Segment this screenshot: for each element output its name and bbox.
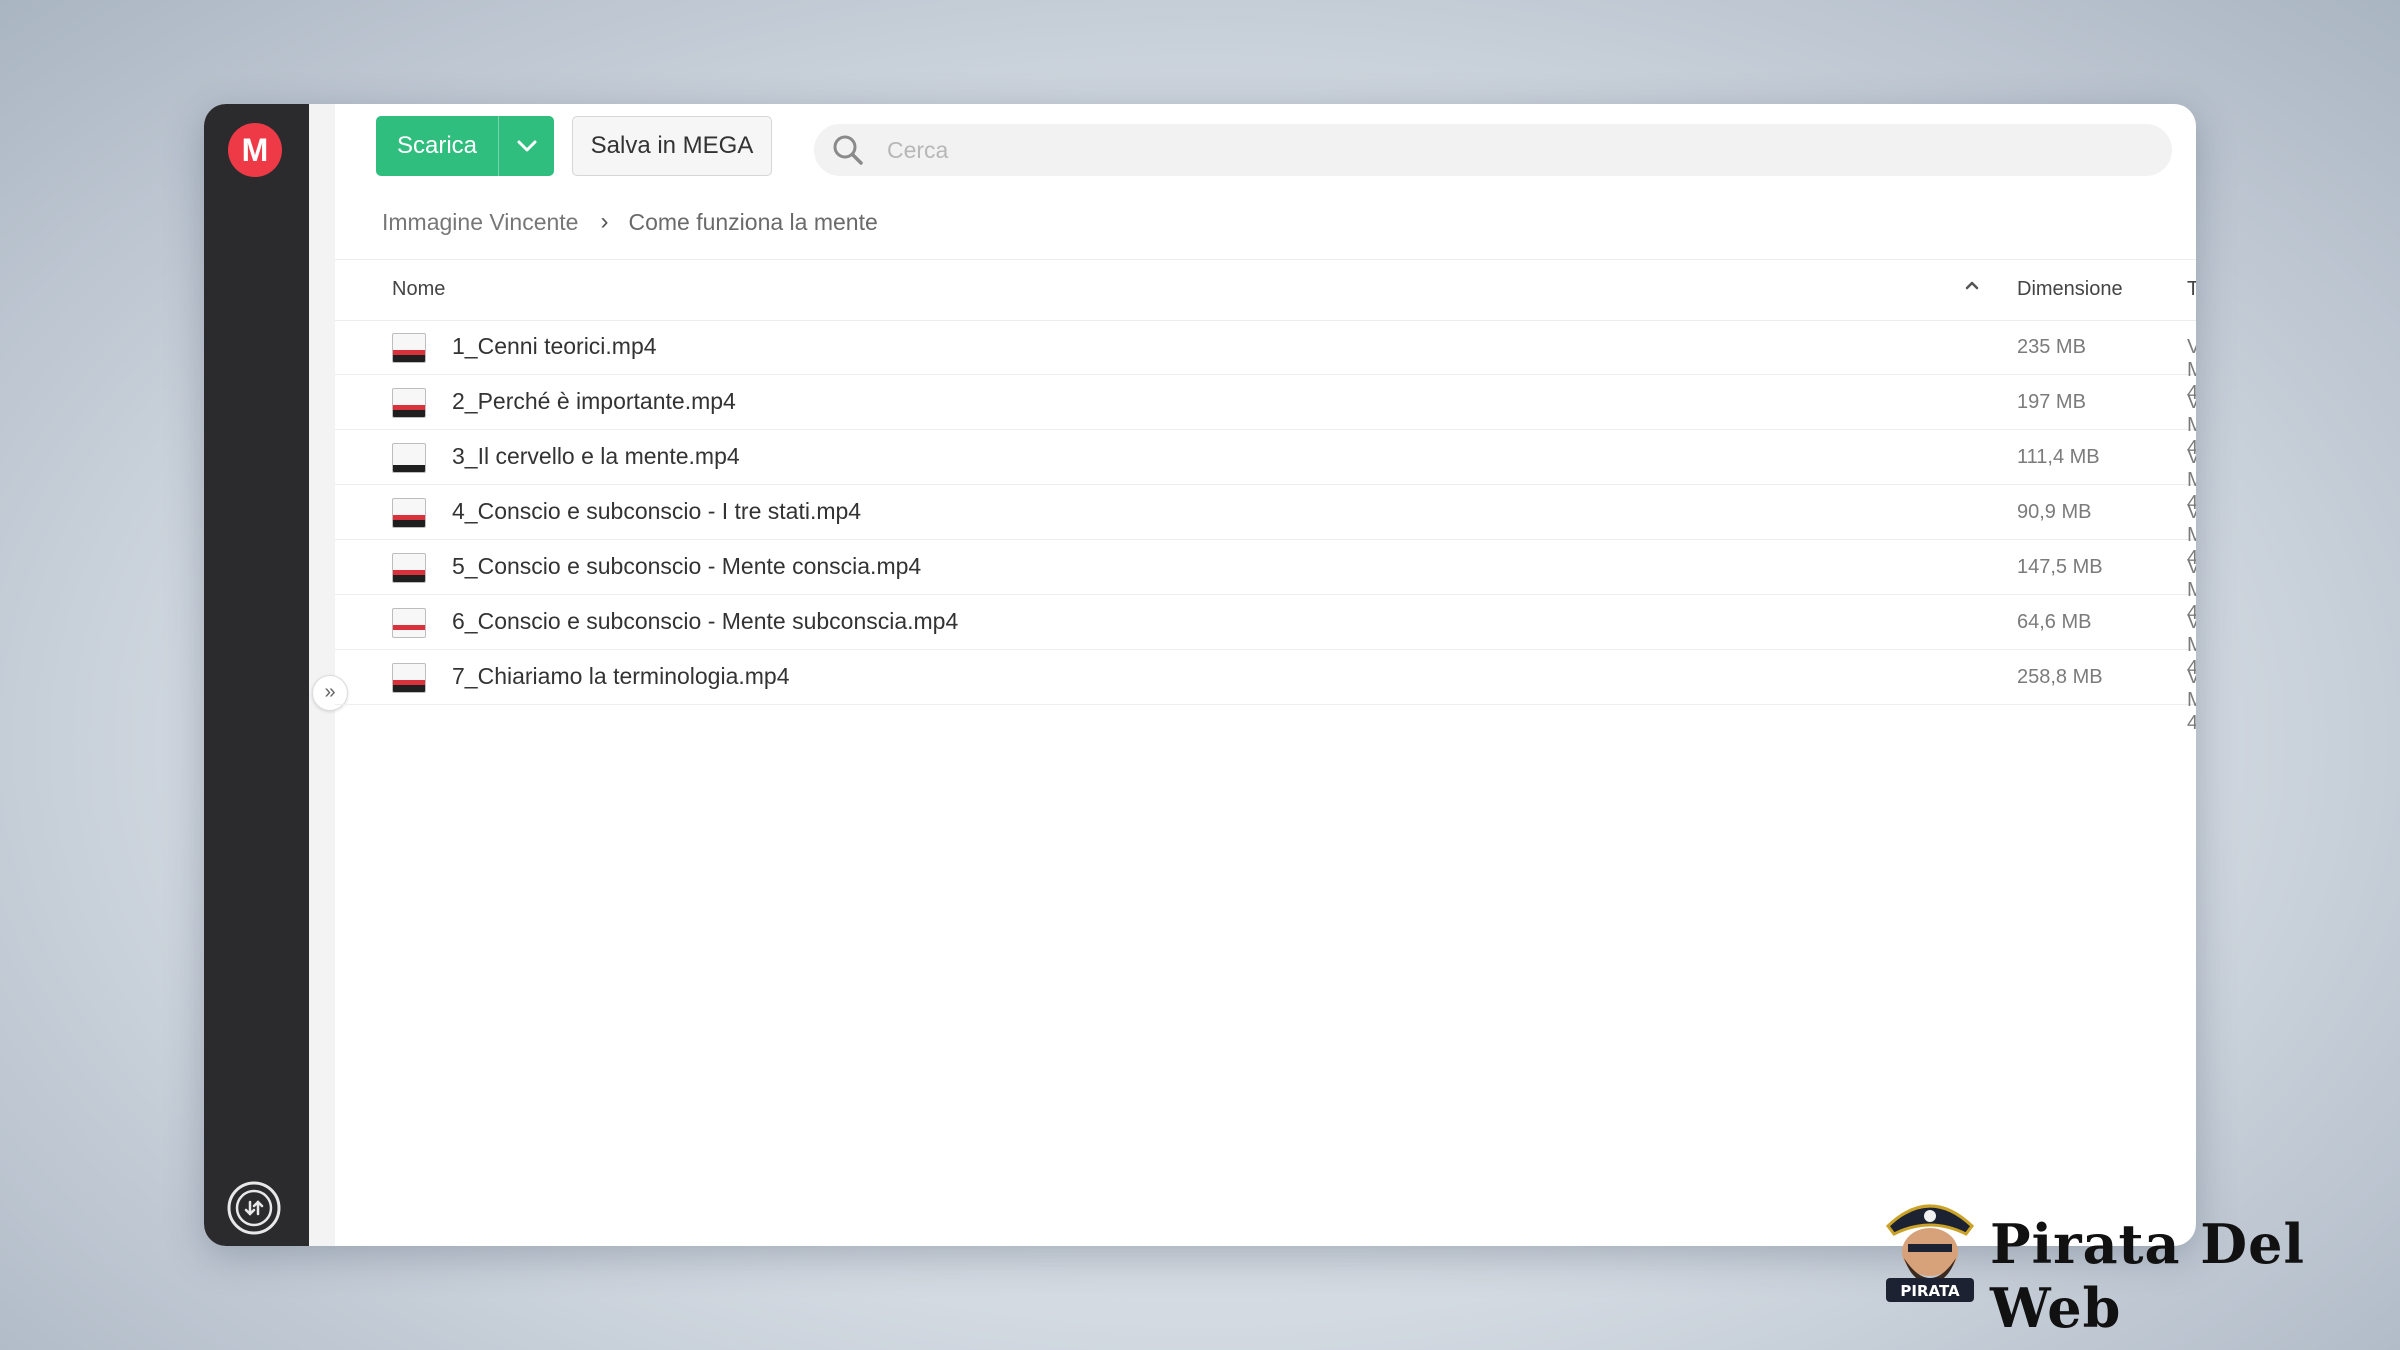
file-size: 197 MB <box>2017 391 2086 413</box>
save-to-mega-button[interactable]: Salva in MEGA <box>572 116 772 176</box>
table-row[interactable]: 3_Il cervello e la mente.mp4 111,4 MB Vi… <box>335 430 2196 514</box>
video-thumbnail-icon <box>392 608 426 638</box>
video-thumbnail-icon <box>392 333 426 363</box>
sort-ascending-icon[interactable] <box>1961 274 1983 296</box>
table-row[interactable]: 6_Conscio e subconscio - Mente subconsci… <box>335 595 2196 679</box>
table-row[interactable]: 2_Perché è importante.mp4 197 MB Video M… <box>335 375 2196 459</box>
table-row[interactable]: 7_Chiariamo la terminologia.mp4 258,8 MB… <box>335 650 2196 734</box>
download-options-button[interactable] <box>499 116 554 176</box>
file-list: 1_Cenni teorici.mp4 235 MB Video MPEG-4 … <box>335 320 2196 734</box>
video-thumbnail-icon <box>392 498 426 528</box>
download-button[interactable]: Scarica <box>376 116 554 176</box>
video-thumbnail-icon <box>392 388 426 418</box>
download-button-label[interactable]: Scarica <box>376 116 498 176</box>
file-size: 90,9 MB <box>2017 501 2092 523</box>
video-thumbnail-icon <box>392 663 426 693</box>
video-thumbnail-icon <box>392 443 426 473</box>
file-size: 235 MB <box>2017 336 2086 358</box>
table-header: Nome Dimensione Tipo <box>335 259 2196 321</box>
file-name: 1_Cenni teorici.mp4 <box>452 333 657 359</box>
file-name: 4_Conscio e subconscio - I tre stati.mp4 <box>452 498 862 524</box>
file-size: 111,4 MB <box>2017 446 2100 468</box>
file-type: Video MPEG-4 <box>2187 666 2196 734</box>
file-name: 7_Chiariamo la terminologia.mp4 <box>452 663 790 689</box>
breadcrumb: Immagine Vincente › Come funziona la men… <box>382 202 878 242</box>
file-size: 147,5 MB <box>2017 556 2103 578</box>
breadcrumb-root[interactable]: Immagine Vincente <box>382 209 578 236</box>
file-name: 2_Perché è importante.mp4 <box>452 388 736 414</box>
breadcrumb-current[interactable]: Come funziona la mente <box>628 209 877 236</box>
sidebar: M <box>204 104 309 1246</box>
mega-window: M » Scarica Salva in MEGA Immagine Vince… <box>204 104 2196 1246</box>
chevron-down-icon <box>517 140 536 152</box>
search-icon <box>833 135 863 165</box>
file-size: 258,8 MB <box>2017 666 2103 688</box>
search-bar[interactable] <box>814 124 2172 176</box>
column-header-size[interactable]: Dimensione <box>2017 278 2123 301</box>
watermark-brand-text: Pirata Del Web <box>1990 1212 2305 1340</box>
file-name: 6_Conscio e subconscio - Mente subconsci… <box>452 608 959 634</box>
sync-icon[interactable] <box>226 1180 282 1236</box>
search-input[interactable] <box>885 135 2089 165</box>
file-name: 5_Conscio e subconscio - Mente conscia.m… <box>452 553 922 579</box>
column-header-type[interactable]: Tipo <box>2187 278 2196 301</box>
file-size: 64,6 MB <box>2017 611 2092 633</box>
chevron-right-icon: › <box>600 208 609 235</box>
video-thumbnail-icon <box>392 553 426 583</box>
table-row[interactable]: 1_Cenni teorici.mp4 235 MB Video MPEG-4 <box>335 320 2196 404</box>
table-row[interactable]: 4_Conscio e subconscio - I tre stati.mp4… <box>335 485 2196 569</box>
file-name: 3_Il cervello e la mente.mp4 <box>452 443 740 469</box>
watermark-badge: PIRATA <box>1900 1282 1960 1300</box>
watermark-brand: PIRATA Pirata Del Web <box>1878 1186 2338 1340</box>
column-header-name[interactable]: Nome <box>392 278 445 301</box>
mega-logo-icon[interactable]: M <box>228 123 282 177</box>
pirate-mascot-icon: PIRATA <box>1885 1204 1975 1302</box>
table-row[interactable]: 5_Conscio e subconscio - Mente conscia.m… <box>335 540 2196 624</box>
